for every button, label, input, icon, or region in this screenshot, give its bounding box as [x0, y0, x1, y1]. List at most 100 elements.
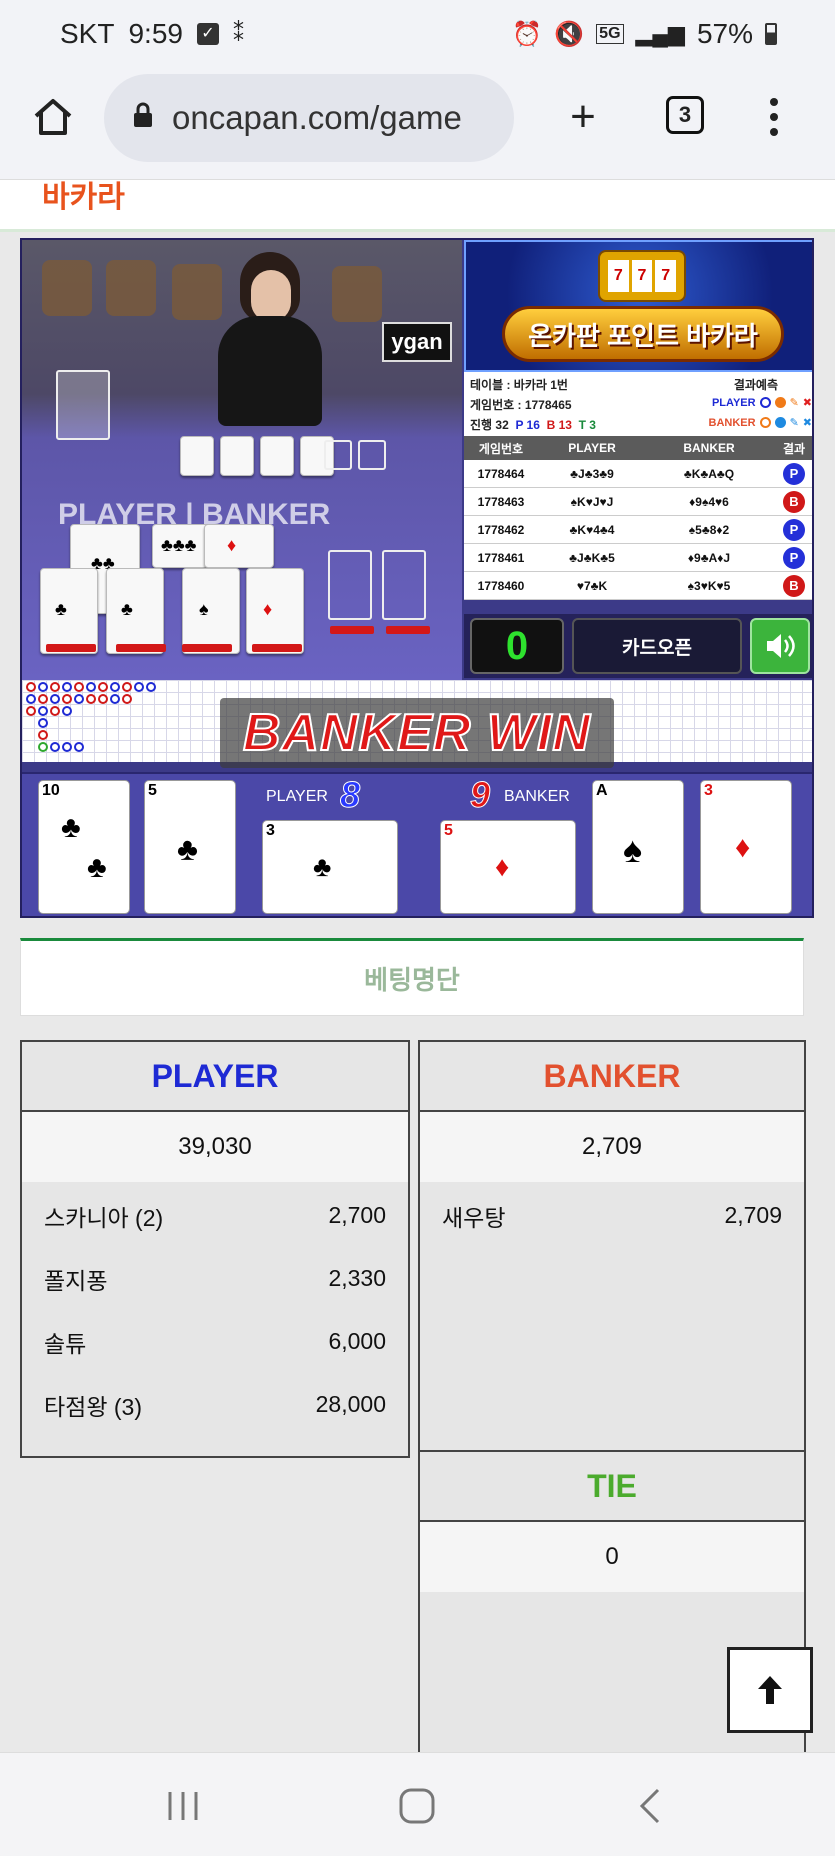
scroll-to-top-button[interactable]: [727, 1647, 813, 1733]
bead-road-dot: [74, 742, 84, 752]
live-dealer-video: ygan PLAYER | BANKER ♣♣ ♣♣♣ ♦ ♣ ♣ ♠ ♦: [22, 240, 462, 680]
bet-row: 솔튜 6,000: [22, 1310, 408, 1373]
player-bets-panel: PLAYER 39,030 스카니아 (2) 2,700 폴지퐁 2,330 솔튜 6,0…: [20, 1040, 410, 1458]
lock-icon: [132, 99, 154, 137]
bead-road-dot: [50, 706, 60, 716]
system-navigation-bar: [0, 1752, 835, 1856]
tie-bets-total: 0: [420, 1522, 804, 1592]
mute-icon: 🔇: [554, 20, 585, 48]
history-banker-cards: ♠3♥K♥5: [687, 578, 731, 593]
home-icon[interactable]: [30, 94, 76, 140]
dealer-face: [251, 270, 291, 322]
banker-score-label: BANKER: [504, 788, 570, 805]
bead-road-dot: [98, 694, 108, 704]
bet-row: 타점왕 (3) 28,000: [22, 1373, 408, 1436]
app-notification-icon: ⁑: [232, 21, 244, 46]
bet-amount: 28,000: [315, 1391, 386, 1417]
recent-apps-icon[interactable]: [166, 1789, 200, 1828]
tab-count: 3: [666, 96, 704, 134]
game-number-label: 게임번호 : 1778465: [470, 398, 572, 412]
card-open-button[interactable]: 카드오픈: [572, 618, 742, 674]
speaker-icon: [767, 634, 795, 658]
dealt-card: ♦: [204, 524, 274, 568]
player-bets-total: 39,030: [22, 1112, 408, 1182]
bead-road-dot: [86, 682, 96, 692]
new-tab-icon[interactable]: +: [560, 92, 606, 141]
table-card: [260, 436, 294, 476]
bead-road-dot: [74, 682, 84, 692]
banker-bets-total: 2,709: [420, 1112, 804, 1182]
table-card: [220, 436, 254, 476]
dealt-card: ♣: [40, 568, 98, 654]
bettor-name: 새우탕: [442, 1204, 506, 1231]
url-text[interactable]: oncapan.com/game: [172, 99, 462, 137]
battery-icon: [765, 23, 777, 45]
table-light: [116, 644, 166, 652]
site-header: 바카라: [0, 180, 835, 232]
address-bar[interactable]: oncapan.com/game: [104, 74, 514, 162]
network-label: 5G: [596, 24, 624, 44]
bet-amount: 2,709: [724, 1202, 782, 1228]
signal-icon: ▂▄▆: [635, 21, 685, 46]
back-icon[interactable]: [636, 1787, 664, 1830]
bead-road-dot: [38, 718, 48, 728]
dealer-body: [218, 316, 322, 426]
bead-road-dot: [26, 682, 36, 692]
sound-toggle-button[interactable]: [750, 618, 810, 674]
history-game-number: 1778463: [477, 494, 525, 509]
status-bar: SKT 9:59 ✓ ⁑ ⏰ 🔇 5G ▂▄▆ 57%: [0, 0, 835, 68]
player-card-2: 5 ♣: [144, 780, 236, 914]
table-light: [330, 626, 374, 634]
table-info-box: 테이블 : 바카라 1번 게임번호 : 1778465 진행 32 P 16 B…: [464, 372, 813, 436]
dealt-card: ♠: [182, 568, 240, 654]
history-result-badge: P: [783, 518, 805, 541]
bead-road-dot: [62, 682, 72, 692]
close-icon: ✖: [802, 417, 812, 429]
bettor-name: 폴지퐁: [44, 1267, 108, 1294]
prediction-banker-row[interactable]: BANKER ✎ ✖: [709, 416, 813, 430]
history-header-row: 게임번호 PLAYER BANKER 결과: [464, 436, 812, 460]
win-banner: BANKER WIN: [220, 698, 614, 768]
table-card: [180, 436, 214, 476]
prediction-label: 결과예측: [733, 378, 778, 392]
history-game-number: 1778461: [477, 550, 525, 565]
bead-road-dot: [38, 682, 48, 692]
arrow-up-icon: [758, 1676, 782, 1704]
banner-title: 온카판 포인트 바카라: [528, 320, 758, 351]
history-result-badge: B: [783, 490, 805, 513]
home-nav-icon[interactable]: [398, 1787, 436, 1830]
history-row: 1778463 ♠K♥J♥J ♦9♠4♥6 B: [464, 488, 812, 516]
bet-row: 스카니아 (2) 2,700: [22, 1184, 408, 1247]
banker-card-2: A ♠: [592, 780, 684, 914]
tab-switcher-button[interactable]: 3: [666, 96, 704, 134]
pencil-icon: ✎: [789, 397, 799, 409]
dealt-card: ♣: [106, 568, 164, 654]
betting-list-title: 베팅명단: [20, 938, 804, 1016]
history-banker-cards: ♦9♣A♦J: [687, 550, 731, 565]
empty-card-slot: [382, 550, 426, 620]
bet-amount: 2,330: [328, 1265, 386, 1291]
history-result-badge: P: [783, 462, 805, 485]
player-score: 8: [339, 774, 361, 816]
bettor-name: 솔튜: [44, 1330, 87, 1357]
bead-road-dot: [146, 682, 156, 692]
card-result-strip: 10 ♣ ♣ 5 ♣ PLAYER 8 3 ♣ 9 BANKER 5 ♦ A ♠…: [22, 772, 812, 916]
baccarat-game-frame: ygan PLAYER | BANKER ♣♣ ♣♣♣ ♦ ♣ ♣ ♠ ♦ 77…: [20, 238, 814, 918]
pencil-icon: ✎: [789, 417, 799, 429]
bead-road-dot: [38, 706, 48, 716]
bead-road-dot: [50, 694, 60, 704]
dealt-card: ♦: [246, 568, 304, 654]
site-logo[interactable]: 바카라: [42, 180, 125, 216]
bead-road-dot: [86, 694, 96, 704]
history-row: 1778464 ♣J♣3♣9 ♣K♣A♣Q P: [464, 460, 812, 488]
history-player-cards: ♣J♣K♣5: [569, 550, 615, 565]
banker-card-3: 3 ♦: [700, 780, 792, 914]
card-shoe: [56, 370, 110, 440]
bead-road-dot: [62, 694, 72, 704]
prediction-player-row[interactable]: PLAYER ✎ ✖: [712, 396, 812, 410]
player-bets-header: PLAYER: [22, 1042, 408, 1112]
history-banker-cards: ♣K♣A♣Q: [683, 466, 735, 481]
bead-road-dot: [122, 694, 132, 704]
clock: 9:59: [128, 18, 183, 49]
more-menu-icon[interactable]: [762, 92, 786, 142]
